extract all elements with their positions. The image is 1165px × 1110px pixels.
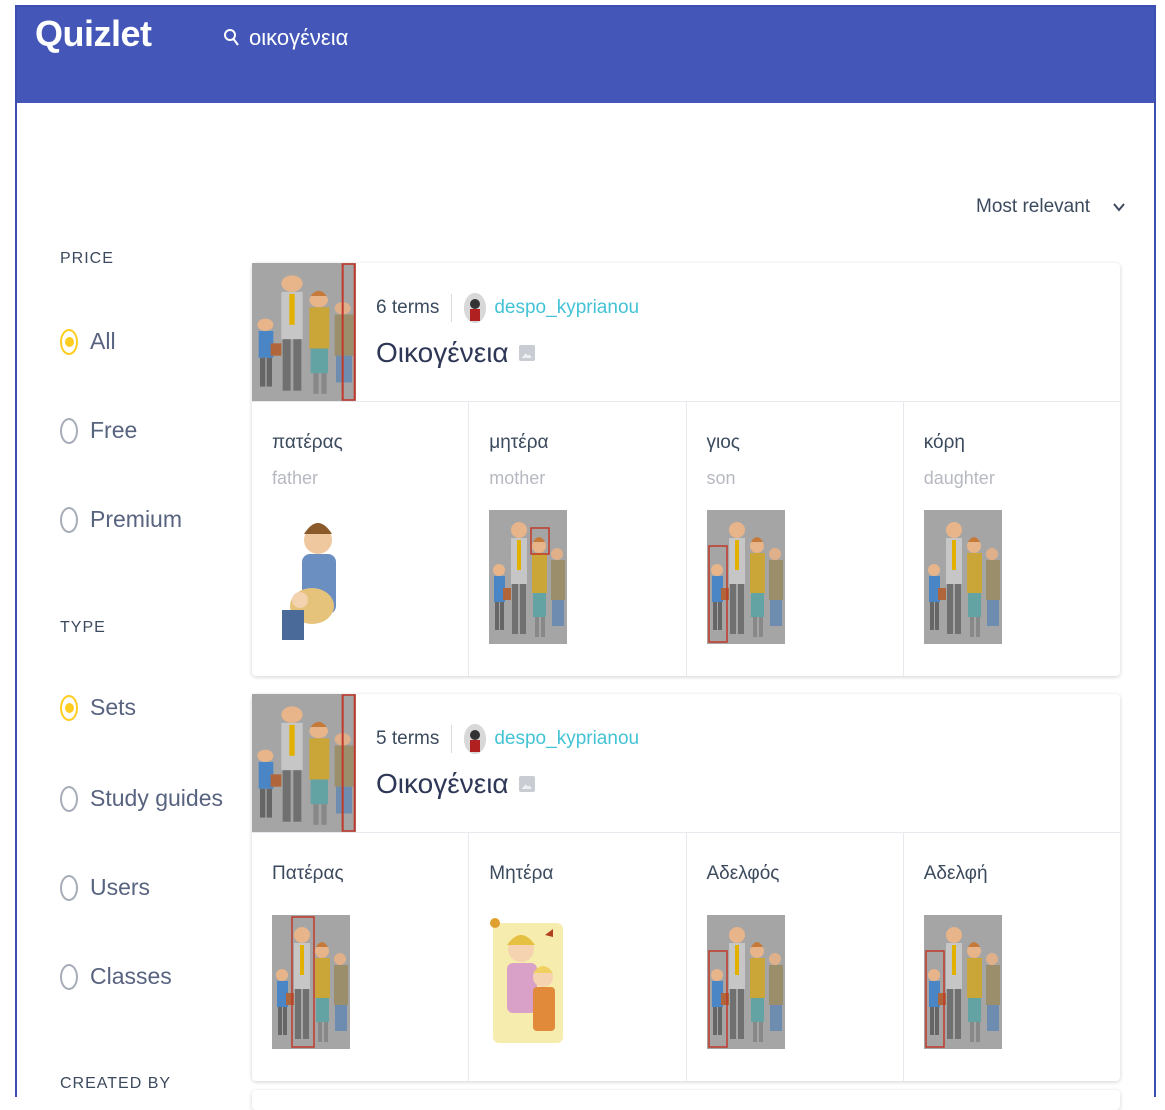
term-preview[interactable]: κόρη daughter	[904, 402, 1120, 676]
price-option-premium[interactable]: Premium	[60, 506, 182, 533]
radio-label: Free	[90, 417, 138, 443]
type-option-sets[interactable]: Sets	[60, 694, 136, 721]
card-header[interactable]: 5 terms despo_kyprianou Οικογένεια	[252, 694, 1120, 833]
term-word: μητέρα	[489, 432, 549, 453]
term-definition: father	[272, 468, 319, 488]
search-icon	[224, 29, 239, 46]
term-image	[272, 510, 350, 644]
term-image	[489, 510, 568, 644]
term-image	[272, 915, 350, 1049]
radio-label: Classes	[90, 963, 172, 989]
avatar[interactable]	[464, 724, 487, 754]
term-count: 5 terms	[376, 728, 440, 749]
card-header[interactable]: 6 terms despo_kyprianou Οικογένεια	[252, 263, 1120, 402]
price-filter-title: PRICE	[60, 250, 114, 267]
term-image	[923, 915, 1002, 1049]
term-image	[706, 510, 785, 644]
term-word: Πατέρας	[272, 863, 344, 884]
type-option-study-guides[interactable]: Study guides	[60, 785, 223, 812]
term-word: πατέρας	[272, 432, 343, 453]
sort-label: Most relevant	[976, 196, 1091, 217]
chevron-down-icon	[1113, 203, 1125, 212]
set-title[interactable]: Οικογένεια	[376, 337, 535, 369]
study-set-card[interactable]: 6 terms despo_kyprianou Οικογένεια πατέρ…	[252, 263, 1120, 676]
image-icon	[518, 345, 535, 361]
radio-label: Study guides	[90, 785, 223, 811]
term-preview[interactable]: Μητέρα	[469, 833, 687, 1081]
created-by-filter-title: CREATED BY	[60, 1075, 172, 1092]
radio-unchecked-icon	[60, 506, 78, 533]
term-word: Αδελφή	[923, 863, 988, 884]
avatar[interactable]	[464, 293, 487, 323]
set-thumbnail	[252, 263, 356, 401]
set-thumbnail	[252, 694, 356, 832]
quizlet-logo[interactable]: Quizlet	[35, 13, 152, 55]
search-input[interactable]: οικογένεια	[249, 25, 348, 51]
set-meta: 5 terms despo_kyprianou	[376, 724, 639, 754]
term-word: Μητέρα	[489, 863, 554, 884]
term-preview-row: Πατέρας Μητέρα Αδελφός Αδελφή	[252, 833, 1120, 1081]
type-option-classes[interactable]: Classes	[60, 963, 172, 990]
set-meta: 6 terms despo_kyprianou	[376, 293, 639, 323]
username-link[interactable]: despo_kyprianou	[494, 297, 639, 319]
term-image	[923, 510, 1002, 644]
study-set-card[interactable]	[252, 1090, 1120, 1110]
divider	[451, 294, 453, 322]
term-preview[interactable]: Αδελφή	[904, 833, 1120, 1081]
radio-label: Premium	[90, 506, 183, 532]
study-set-card[interactable]: 5 terms despo_kyprianou Οικογένεια Πατέρ…	[252, 694, 1120, 1081]
radio-checked-icon	[60, 328, 78, 355]
term-preview[interactable]: Αδελφός	[687, 833, 904, 1081]
term-definition: mother	[489, 468, 546, 488]
radio-label: All	[90, 328, 116, 354]
term-image	[706, 915, 785, 1049]
radio-unchecked-icon	[60, 874, 78, 901]
set-title-text[interactable]: Οικογένεια	[376, 768, 509, 800]
radio-unchecked-icon	[60, 963, 78, 990]
divider	[451, 725, 453, 753]
image-icon	[518, 776, 535, 792]
term-preview[interactable]: πατέρας father	[252, 402, 470, 676]
term-image	[489, 915, 567, 1049]
term-definition: daughter	[923, 468, 995, 488]
term-count: 6 terms	[376, 297, 440, 318]
type-option-users[interactable]: Users	[60, 874, 150, 901]
radio-unchecked-icon	[60, 785, 78, 812]
type-filter-title: TYPE	[60, 619, 106, 636]
price-option-all[interactable]: All	[60, 328, 116, 355]
radio-unchecked-icon	[60, 417, 78, 444]
search-bar[interactable]: οικογένεια	[223, 21, 348, 55]
term-word: Αδελφός	[706, 863, 780, 884]
username-link[interactable]: despo_kyprianou	[494, 728, 639, 750]
radio-label: Sets	[90, 694, 137, 720]
top-bar: Quizlet οικογένεια	[17, 7, 1154, 103]
term-preview[interactable]: γιος son	[687, 402, 904, 676]
radio-label: Users	[90, 874, 151, 900]
set-title[interactable]: Οικογένεια	[376, 768, 535, 800]
term-preview-row: πατέρας father μητέρα mother γιος son κό…	[252, 402, 1120, 676]
radio-checked-icon	[60, 694, 78, 721]
term-definition: son	[706, 468, 736, 488]
term-word: κόρη	[923, 432, 965, 453]
term-word: γιος	[706, 432, 740, 453]
price-option-free[interactable]: Free	[60, 417, 137, 444]
sort-dropdown[interactable]: Most relevant	[976, 196, 1126, 218]
term-preview[interactable]: μητέρα mother	[469, 402, 687, 676]
term-preview[interactable]: Πατέρας	[252, 833, 470, 1081]
set-title-text[interactable]: Οικογένεια	[376, 337, 509, 369]
